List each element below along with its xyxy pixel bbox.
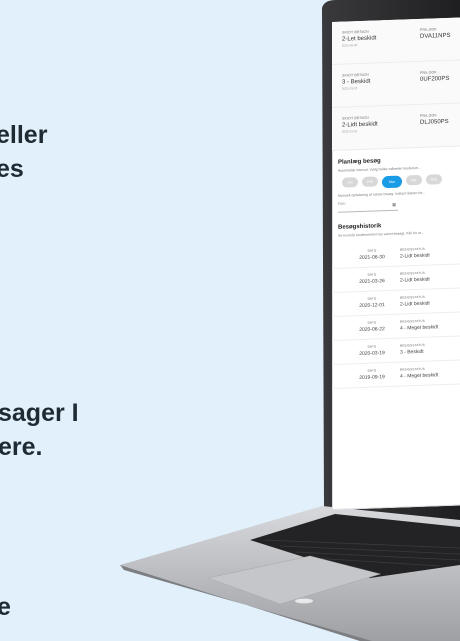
status-col-label: BESIGSSTATUS <box>400 342 425 348</box>
report-card[interactable]: SKIDT BESIGN 2-Let beskidt 2021-06-30 PR… <box>332 16 460 65</box>
visit-date: 2020-06-22 <box>359 326 385 334</box>
laptop-screen: SKIDT BESIGN 2-Let beskidt 2021-06-30 PR… <box>332 16 460 511</box>
visit-date: 2020-03-19 <box>359 350 385 358</box>
report-status-label: SKIDT BESIGN <box>342 115 369 121</box>
date-placeholder: Dato <box>338 201 346 206</box>
marketing-line: es <box>0 155 24 183</box>
marketing-line: eller <box>0 121 48 149</box>
visit-date: 2019-09-19 <box>359 374 385 382</box>
report-status-label: SKIDT BESIGN <box>342 72 369 78</box>
month-chip[interactable]: Apr <box>406 174 422 186</box>
month-chips: Jan Feb Mar Apr Maj <box>342 173 460 190</box>
laptop-deck <box>120 506 460 641</box>
status-col-label: BESIGSSTATUS <box>400 318 425 324</box>
report-card[interactable]: SKIDT BESIGN 2-Lidt beskidt 2020-12-01 P… <box>332 102 460 151</box>
visit-status: 4 - Meget beskidt <box>400 372 439 380</box>
month-chip[interactable]: Maj <box>426 174 442 185</box>
report-status-col: SKIDT BESIGN 2-Lidt beskidt 2020-12-01 <box>342 115 378 134</box>
date-col-label: DATO <box>367 248 377 253</box>
date-col-label: DATO <box>367 320 377 325</box>
manual-update-desc: Manuelt opdatering af næste besøg. Indta… <box>338 190 426 198</box>
report-code-col: PRILOOK 0UF200PS <box>420 70 449 83</box>
month-chip-selected[interactable]: Mar <box>382 175 402 189</box>
report-code-value: DLJ050PS <box>420 118 449 126</box>
trackpad <box>206 555 382 605</box>
table-row[interactable]: DATO 2019-09-19 BESIGSSTATUS 4 - Meget bes… <box>332 359 460 389</box>
report-code-label: PRILOOK <box>420 27 437 32</box>
date-col-label: DATO <box>367 296 377 301</box>
report-status-value: 3 - Beskidt <box>342 78 371 86</box>
marketing-line: sager I <box>0 399 79 427</box>
marketing-text-block-3: e <box>0 590 11 624</box>
report-status-value: 2-Let beskidt <box>342 35 377 43</box>
status-col-label: BESIGSSTATUS <box>400 246 425 252</box>
visit-status: 4 - Meget beskidt <box>400 324 439 332</box>
report-list: SKIDT BESIGN 2-Let beskidt 2021-06-30 PR… <box>332 16 460 151</box>
visit-status: 2-Lidt beskidt <box>400 276 430 284</box>
report-card[interactable]: SKIDT BESIGN 3 - Beskidt 2021-03-26 PRIL… <box>332 59 460 108</box>
date-col-label: DATO <box>367 344 377 349</box>
report-code-value: DVA11NPS <box>420 32 451 40</box>
app-view: SKIDT BESIGN 2-Let beskidt 2021-06-30 PR… <box>332 16 460 389</box>
date-field[interactable]: Dato ▦ <box>338 199 398 213</box>
report-code-col: PRILOOK DLJ050PS <box>420 113 449 126</box>
report-date: 2021-03-26 <box>342 86 358 91</box>
report-date: 2020-12-01 <box>342 129 358 134</box>
marketing-line: ere. <box>0 433 43 461</box>
date-col-label: DATO <box>367 368 377 373</box>
keyboard-area <box>250 514 460 578</box>
calendar-icon[interactable]: ▦ <box>392 202 396 207</box>
plan-visit-section: Planlæg besøg Automatisk interval. Vælg … <box>332 146 460 216</box>
report-code-label: PRILOOK <box>420 70 437 75</box>
status-col-label: BESIGSSTATUS <box>400 294 425 300</box>
marketing-line: e <box>0 593 11 621</box>
visit-history-section: Besøgshistorik Se hvornår kruderummet ha… <box>332 211 460 241</box>
visit-history-desc: Se hvornår kruderummet har været besøgt.… <box>338 230 424 238</box>
report-status-value: 2-Lidt beskidt <box>342 121 378 129</box>
month-chip[interactable]: Jan <box>342 177 358 188</box>
status-col-label: BESIGSSTATUS <box>400 366 425 372</box>
history-table: DATO 2021-06-30 BESIGSSTATUS 2-Lidt beskid… <box>332 239 460 389</box>
report-status-col: SKIDT BESIGN 3 - Beskidt 2021-03-26 <box>342 73 370 91</box>
plan-visit-desc: Automatisk interval. Vælg hvilke måneder… <box>338 165 422 173</box>
visit-status: 2-Lidt beskidt <box>400 252 430 260</box>
report-code-label: PRILOOK <box>420 113 437 118</box>
report-code-value: 0UF200PS <box>420 75 450 83</box>
hinge-notch <box>295 598 313 604</box>
report-status-col: SKIDT BESIGN 2-Let beskidt 2021-06-30 <box>342 29 377 48</box>
visit-status: 2-Lidt beskidt <box>400 300 430 308</box>
marketing-text-block-1: eller es <box>0 118 47 186</box>
visit-date: 2021-03-26 <box>359 278 385 286</box>
marketing-text-block-2: sager I ere. <box>0 396 79 464</box>
visit-status: 3 - Beskidt <box>400 348 424 356</box>
report-status-label: SKIDT BESIGN <box>342 29 369 35</box>
report-date: 2021-06-30 <box>342 43 358 48</box>
laptop-front-edge <box>120 565 372 641</box>
visit-date: 2020-12-01 <box>359 302 385 310</box>
month-chip[interactable]: Feb <box>362 176 378 187</box>
date-col-label: DATO <box>367 272 377 277</box>
visit-date: 2021-06-30 <box>359 254 385 262</box>
status-col-label: BESIGSSTATUS <box>400 270 425 276</box>
report-code-col: PRILOOK DVA11NPS <box>420 27 450 40</box>
keyboard-keys <box>264 539 460 567</box>
